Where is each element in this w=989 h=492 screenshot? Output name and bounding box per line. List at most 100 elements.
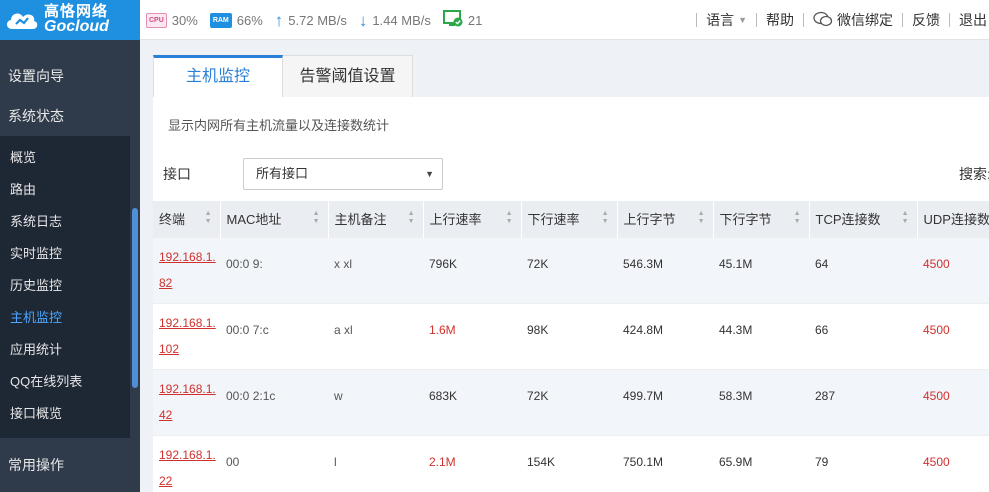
- down-bytes-cell: 45.1M: [713, 236, 809, 303]
- upload-stat: ↑ 5.72 MB/s: [275, 12, 347, 29]
- cpu-value: 30%: [171, 12, 198, 28]
- tab-alert-threshold[interactable]: 告警阈值设置: [283, 55, 413, 97]
- udp-count-cell: 4500: [917, 302, 989, 369]
- col-header-up-bytes[interactable]: 上行字节 ▲ ▼: [617, 201, 714, 237]
- note-cell: w: [328, 368, 423, 435]
- col-header-tcp[interactable]: TCP连接数 ▲ ▼: [809, 201, 918, 237]
- sidebar-item-app-stats[interactable]: 应用统计: [0, 334, 130, 366]
- terminal-ip-link[interactable]: 192.168.1. 22: [153, 434, 220, 492]
- brand-logo[interactable]: 高恪网络 Gocloud: [0, 0, 140, 40]
- down-rate-cell: 154K: [521, 434, 617, 492]
- col-header-udp[interactable]: UDP连接数: [917, 201, 989, 237]
- online-count: 21: [467, 12, 483, 28]
- col-header-up-rate[interactable]: 上行速率 ▲ ▼: [423, 201, 522, 237]
- sidebar-item-route[interactable]: 路由: [0, 174, 130, 206]
- down-rate-cell: 72K: [521, 368, 617, 435]
- ram-stat: RAM 66%: [209, 12, 263, 28]
- col-header-down-bytes[interactable]: 下行字节 ▲ ▼: [713, 201, 810, 237]
- mac-cell: 00:0 2:1c: [220, 368, 328, 435]
- col-header-down-rate[interactable]: 下行速率 ▲ ▼: [521, 201, 618, 237]
- sidebar-group-status[interactable]: 系统状态: [0, 96, 140, 136]
- nav-divider: [949, 13, 950, 27]
- nav-divider: [902, 13, 903, 27]
- ram-icon: RAM: [209, 12, 232, 28]
- host-monitor-panel: 显示内网所有主机流量以及连接数统计 接口 所有接口 ▼ 搜索: 终端 ▲ ▼ MAC…: [153, 97, 989, 492]
- upload-arrow-icon: ↑: [274, 10, 284, 30]
- up-rate-cell: 796K: [423, 236, 521, 303]
- tab-host-monitor[interactable]: 主机监控: [153, 55, 283, 97]
- upload-value: 5.72 MB/s: [288, 12, 347, 28]
- interface-select-value: 所有接口: [256, 166, 309, 181]
- logout-link[interactable]: 退出: [959, 10, 987, 30]
- sidebar-group-setup[interactable]: 设置向导: [0, 56, 140, 96]
- system-stats: CPU 30% RAM 66% ↑ 5.72 MB/s ↓ 1.44 MB/s …: [146, 0, 494, 40]
- udp-count-cell: 4500: [917, 434, 989, 492]
- tcp-count-cell: 64: [809, 236, 917, 303]
- down-bytes-cell: 44.3M: [713, 302, 809, 369]
- host-table: 终端 ▲ ▼ MAC地址 ▲ ▼ 主机备注 ▲ ▼ 上行速率 ▲ ▼ 下行速率 ▲ ▼ 上行字节 ▲ ▼…: [153, 201, 989, 492]
- down-bytes-cell: 65.9M: [713, 434, 809, 492]
- sort-icon: ▲ ▼: [204, 210, 212, 225]
- ram-value: 66%: [236, 12, 263, 28]
- table-row: 192.168.1. 102 00:0 7:c a xl 1.6M 98K 424…: [153, 302, 989, 369]
- search-label: 搜索:: [959, 166, 989, 182]
- nav-divider: [696, 13, 698, 27]
- tcp-count-cell: 287: [809, 368, 917, 435]
- col-header-note[interactable]: 主机备注 ▲ ▼: [328, 201, 424, 237]
- top-nav: 语言 ▼ 帮助 微信绑定 反馈 退出: [687, 0, 989, 40]
- tcp-count-cell: 79: [809, 434, 917, 492]
- mac-cell: 00:0 7:c: [220, 302, 328, 369]
- feedback-link[interactable]: 反馈: [912, 10, 940, 30]
- up-rate-cell: 1.6M: [423, 302, 521, 369]
- language-menu[interactable]: 语言 ▼: [706, 10, 747, 30]
- download-stat: ↓ 1.44 MB/s: [359, 12, 431, 29]
- up-bytes-cell: 546.3M: [617, 236, 713, 303]
- down-rate-cell: 98K: [521, 302, 617, 369]
- note-cell: l: [328, 434, 423, 492]
- interface-label: 接口: [163, 166, 191, 182]
- wechat-bind-link[interactable]: 微信绑定: [813, 10, 893, 30]
- cpu-icon: CPU: [146, 12, 167, 28]
- brand-name-en: Gocloud: [44, 18, 109, 36]
- interface-select[interactable]: 所有接口 ▼: [243, 158, 443, 190]
- sort-icon: ▲ ▼: [697, 210, 705, 225]
- sidebar-item-qq-online[interactable]: QQ在线列表: [0, 366, 130, 398]
- wechat-bind-label: 微信绑定: [837, 12, 893, 28]
- panel-description: 显示内网所有主机流量以及连接数统计: [168, 118, 390, 133]
- sidebar-item-interface-overview[interactable]: 接口概览: [0, 398, 130, 430]
- sort-icon: ▲ ▼: [312, 210, 320, 225]
- col-header-mac[interactable]: MAC地址 ▲ ▼: [220, 201, 329, 237]
- sidebar-item-host-monitor[interactable]: 主机监控: [0, 302, 130, 334]
- tcp-count-cell: 66: [809, 302, 917, 369]
- table-header-row: 终端 ▲ ▼ MAC地址 ▲ ▼ 主机备注 ▲ ▼ 上行速率 ▲ ▼ 下行速率 ▲ ▼ 上行字节 ▲ ▼…: [153, 201, 989, 237]
- terminal-ip-link[interactable]: 192.168.1. 42: [153, 368, 220, 435]
- terminal-ip-link[interactable]: 192.168.1. 102: [153, 302, 220, 369]
- sidebar-item-system-log[interactable]: 系统日志: [0, 206, 130, 238]
- col-header-terminal[interactable]: 终端 ▲ ▼: [153, 201, 221, 237]
- up-rate-cell: 683K: [423, 368, 521, 435]
- cpu-stat: CPU 30%: [146, 12, 198, 28]
- up-bytes-cell: 424.8M: [617, 302, 713, 369]
- monitor-check-icon: [442, 9, 463, 31]
- sort-icon: ▲ ▼: [505, 210, 513, 225]
- udp-count-cell: 4500: [917, 368, 989, 435]
- online-stat[interactable]: 21: [442, 9, 483, 31]
- note-cell: a xl: [328, 302, 423, 369]
- dropdown-arrow-icon: ▼: [425, 169, 434, 179]
- wechat-icon: [813, 11, 833, 30]
- language-label: 语言: [706, 12, 735, 28]
- sort-icon: ▲ ▼: [407, 210, 415, 225]
- sidebar-group-common[interactable]: 常用操作: [0, 445, 64, 485]
- tab-bar: 主机监控 告警阈值设置: [153, 55, 413, 97]
- sidebar-item-overview[interactable]: 概览: [0, 142, 130, 174]
- terminal-ip-link[interactable]: 192.168.1. 82: [153, 236, 220, 303]
- sidebar-scrollbar[interactable]: [132, 208, 138, 388]
- cloud-logo-icon: [4, 7, 40, 33]
- sort-icon: ▲ ▼: [601, 210, 609, 225]
- mac-cell: 00: [220, 434, 328, 492]
- sidebar-item-history-monitor[interactable]: 历史监控: [0, 270, 130, 302]
- help-link[interactable]: 帮助: [766, 10, 794, 30]
- sidebar-item-realtime-monitor[interactable]: 实时监控: [0, 238, 130, 270]
- up-rate-cell: 2.1M: [423, 434, 521, 492]
- download-arrow-icon: ↓: [358, 10, 368, 30]
